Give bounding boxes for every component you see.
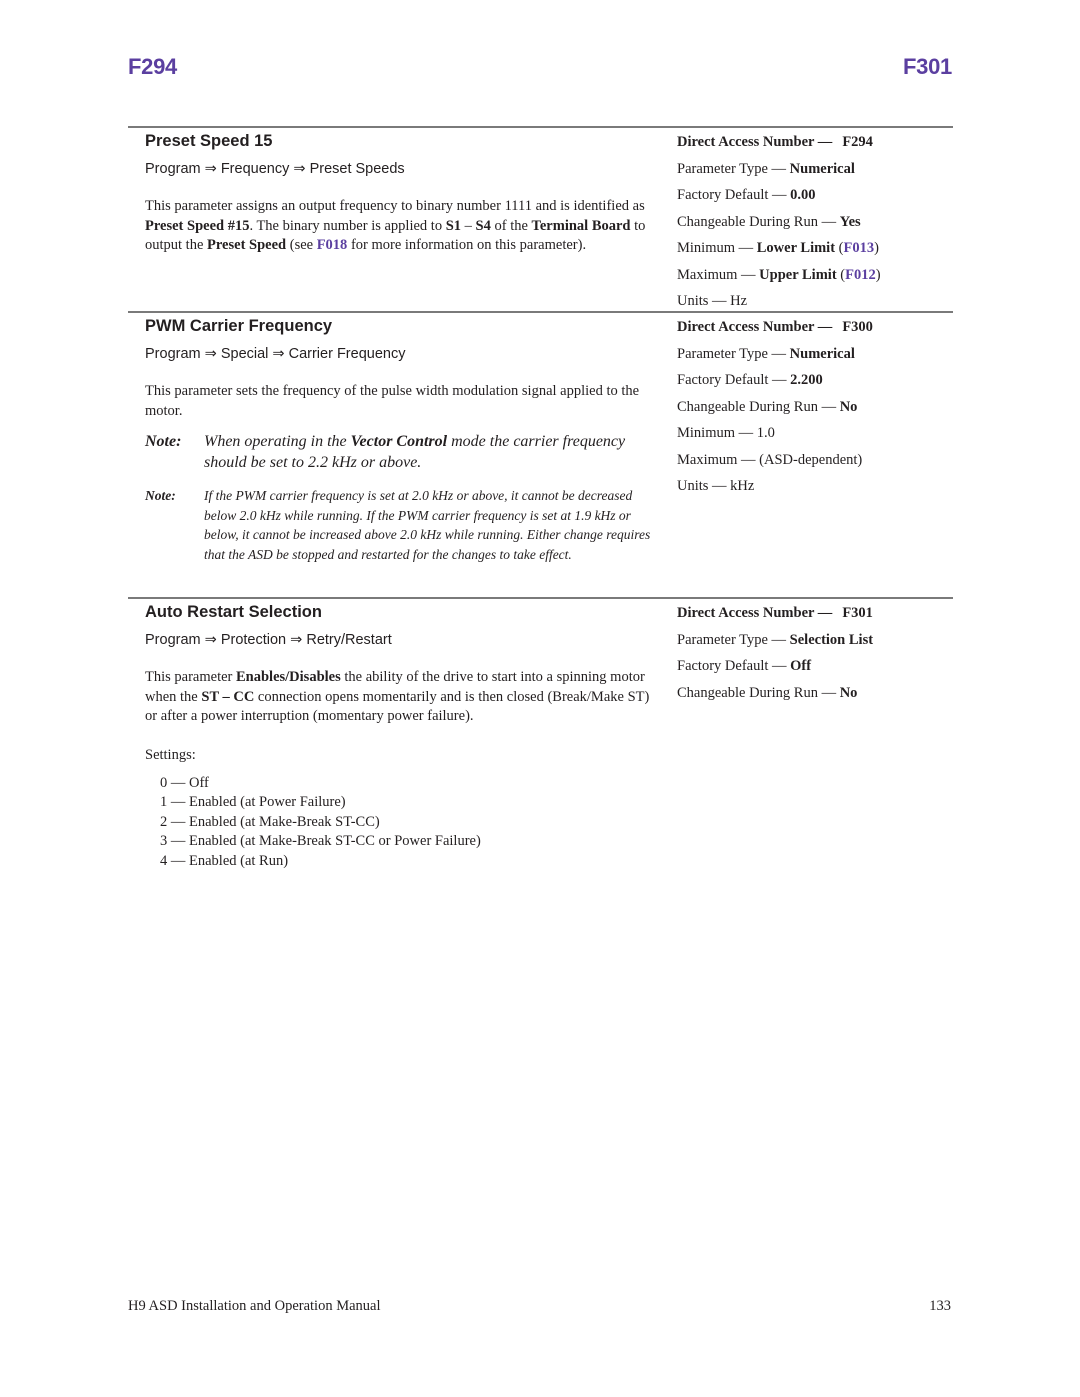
factory-default: Factory Default — 0.00 (677, 187, 816, 203)
link-f012[interactable]: F012 (845, 267, 876, 283)
changeable-during-run: Changeable During Run — No (677, 398, 858, 415)
direct-access-number: Direct Access Number — F300 (677, 319, 873, 335)
section-title: Auto Restart Selection (145, 603, 322, 621)
settings-label: Settings: (145, 746, 196, 763)
footer-manual-title: H9 ASD Installation and Operation Manual (128, 1298, 381, 1314)
path-arrow-icon: ⇒ (200, 161, 221, 177)
settings-item: 1 — Enabled (at Power Failure) (160, 794, 346, 810)
path-arrow-icon: ⇒ (200, 632, 221, 648)
properties-panel: Direct Access Number — F294 Parameter Typ… (677, 128, 957, 315)
path-arrow-icon: ⇒ (268, 346, 289, 362)
settings-item: 4 — Enabled (at Run) (160, 852, 289, 869)
link-f013[interactable]: F013 (844, 240, 875, 256)
link-f018[interactable]: F018 (317, 237, 348, 253)
properties-panel: Direct Access Number — F301 Parameter Typ… (677, 599, 957, 706)
minimum: Minimum — Lower Limit (F013) (677, 240, 879, 256)
note-text: If the PWM carrier frequency is set at 2… (204, 488, 651, 562)
note-carrier-change: Note: If the PWM carrier frequency is se… (145, 486, 655, 564)
path-step: Carrier Frequency (288, 346, 406, 362)
menu-path: Program ⇒ Frequency ⇒ Preset Speeds (145, 160, 655, 178)
section-title: PWM Carrier Frequency (145, 317, 333, 335)
note-label: Note: (145, 488, 176, 503)
settings-item: 2 — Enabled (at Make-Break ST-CC) (160, 813, 380, 830)
path-step: Program (145, 632, 201, 648)
path-arrow-icon: ⇒ (289, 161, 310, 177)
minimum: Minimum — 1.0 (677, 425, 775, 441)
changeable-during-run: Changeable During Run — No (677, 684, 858, 701)
section-auto-restart-selection: Auto Restart Selection Program ⇒ Protect… (128, 597, 953, 899)
settings-item: 3 — Enabled (at Make-Break ST-CC or Powe… (160, 833, 481, 849)
path-step: Preset Speeds (309, 161, 405, 177)
menu-path: Program ⇒ Special ⇒ Carrier Frequency (145, 345, 655, 363)
direct-access-number: Direct Access Number — F301 (677, 605, 873, 621)
page-number: 133 (929, 1298, 951, 1314)
path-step: Program (145, 346, 201, 362)
menu-path: Program ⇒ Protection ⇒ Retry/Restart (145, 631, 655, 649)
note-text: When operating in the Vector Control mod… (204, 433, 626, 471)
factory-default: Factory Default — 2.200 (677, 372, 823, 388)
description: This parameter assigns an output frequen… (145, 198, 646, 253)
direct-access-number: Direct Access Number — F294 (677, 134, 873, 150)
maximum: Maximum — (ASD-dependent) (677, 451, 863, 468)
path-step: Frequency (220, 161, 290, 177)
units: Units — kHz (677, 478, 755, 494)
section-preset-speed-15: Preset Speed 15 Program ⇒ Frequency ⇒ Pr… (128, 126, 953, 314)
path-step: Program (145, 161, 201, 177)
changeable-during-run: Changeable During Run — Yes (677, 213, 861, 230)
parameter-type: Parameter Type — Numerical (677, 160, 855, 177)
header-first-parameter: F294 (128, 54, 177, 79)
parameter-type: Parameter Type — Numerical (677, 345, 855, 362)
path-arrow-icon: ⇒ (200, 346, 221, 362)
section-title: Preset Speed 15 (145, 132, 273, 150)
parameter-type: Parameter Type — Selection List (677, 631, 874, 648)
description: This parameter Enables/Disables the abil… (145, 669, 650, 724)
description: This parameter sets the frequency of the… (145, 383, 640, 419)
path-step: Protection (220, 632, 287, 648)
note-vector-control: Note: When operating in the Vector Contr… (145, 431, 655, 473)
section-pwm-carrier-frequency: PWM Carrier Frequency Program ⇒ Special … (128, 311, 953, 600)
factory-default: Factory Default — Off (677, 658, 812, 674)
path-step: Retry/Restart (306, 632, 392, 648)
note-label: Note: (145, 433, 182, 450)
path-arrow-icon: ⇒ (286, 632, 307, 648)
maximum: Maximum — Upper Limit (F012) (677, 266, 881, 283)
header-last-parameter: F301 (903, 54, 952, 79)
properties-panel: Direct Access Number — F300 Parameter Typ… (677, 313, 957, 500)
settings-item: 0 — Off (160, 774, 209, 791)
settings-list: 0 — Off 1 — Enabled (at Power Failure) 2… (160, 774, 655, 872)
path-step: Special (220, 346, 269, 362)
